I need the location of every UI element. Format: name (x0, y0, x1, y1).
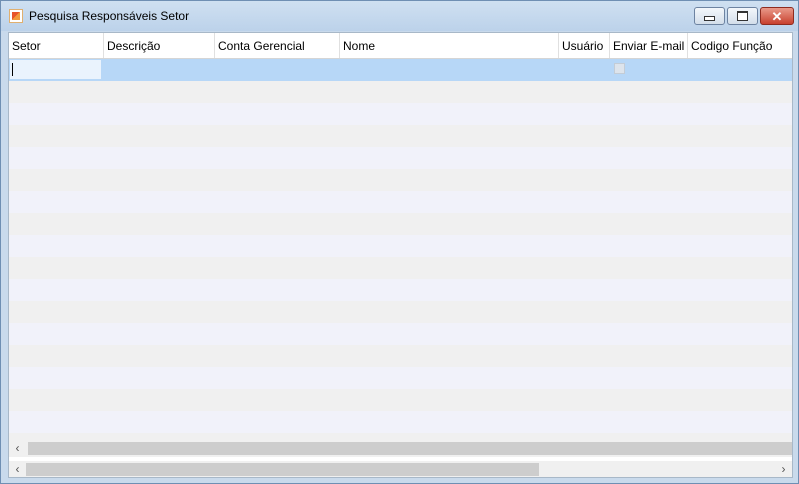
empty-row (9, 389, 792, 411)
table-row[interactable] (9, 59, 792, 81)
empty-row (9, 81, 792, 103)
grid-body[interactable] (9, 59, 792, 440)
empty-row (9, 411, 792, 433)
app-icon (9, 9, 23, 23)
scroll-thumb[interactable] (28, 442, 792, 455)
close-icon: ✕ (771, 8, 783, 24)
empty-row (9, 367, 792, 389)
maximize-icon (737, 11, 748, 21)
column-header-codigo-funcao[interactable]: Codigo Função (688, 33, 792, 58)
column-header-enviar-email[interactable]: Enviar E-mail (610, 33, 688, 58)
empty-row (9, 345, 792, 367)
scroll-thumb[interactable] (26, 463, 539, 476)
empty-row (9, 169, 792, 191)
empty-row (9, 235, 792, 257)
scroll-track[interactable] (26, 461, 775, 477)
scroll-track[interactable] (26, 440, 792, 457)
empty-row (9, 103, 792, 125)
setor-edit-cell[interactable] (10, 60, 101, 79)
empty-row (9, 433, 792, 440)
close-button[interactable]: ✕ (760, 7, 794, 25)
title-bar[interactable]: Pesquisa Responsáveis Setor ✕ (1, 1, 798, 31)
empty-row (9, 147, 792, 169)
empty-row (9, 125, 792, 147)
empty-row (9, 279, 792, 301)
empty-row (9, 213, 792, 235)
column-header-usuario[interactable]: Usuário (559, 33, 610, 58)
chevron-left-icon[interactable]: ‹ (9, 461, 26, 477)
maximize-button[interactable] (727, 7, 758, 25)
grid-header: Setor Descrição Conta Gerencial Nome Usu… (9, 33, 792, 59)
window-horizontal-scrollbar[interactable]: ‹ › (9, 461, 792, 477)
minimize-icon (704, 16, 715, 21)
column-header-nome[interactable]: Nome (340, 33, 559, 58)
empty-row (9, 323, 792, 345)
chevron-left-icon[interactable]: ‹ (9, 440, 26, 457)
empty-row (9, 257, 792, 279)
empty-row (9, 191, 792, 213)
text-caret (12, 63, 13, 76)
grid-panel: Setor Descrição Conta Gerencial Nome Usu… (8, 32, 793, 478)
grid-horizontal-scrollbar[interactable]: ‹ (9, 440, 792, 457)
column-header-descricao[interactable]: Descrição (104, 33, 215, 58)
enviar-email-checkbox[interactable] (614, 63, 625, 74)
window: Pesquisa Responsáveis Setor ✕ Setor Desc… (0, 0, 799, 484)
column-header-conta-gerencial[interactable]: Conta Gerencial (215, 33, 340, 58)
window-title: Pesquisa Responsáveis Setor (29, 9, 190, 23)
empty-row (9, 301, 792, 323)
minimize-button[interactable] (694, 7, 725, 25)
column-header-setor[interactable]: Setor (9, 33, 104, 58)
chevron-right-icon[interactable]: › (775, 461, 792, 477)
